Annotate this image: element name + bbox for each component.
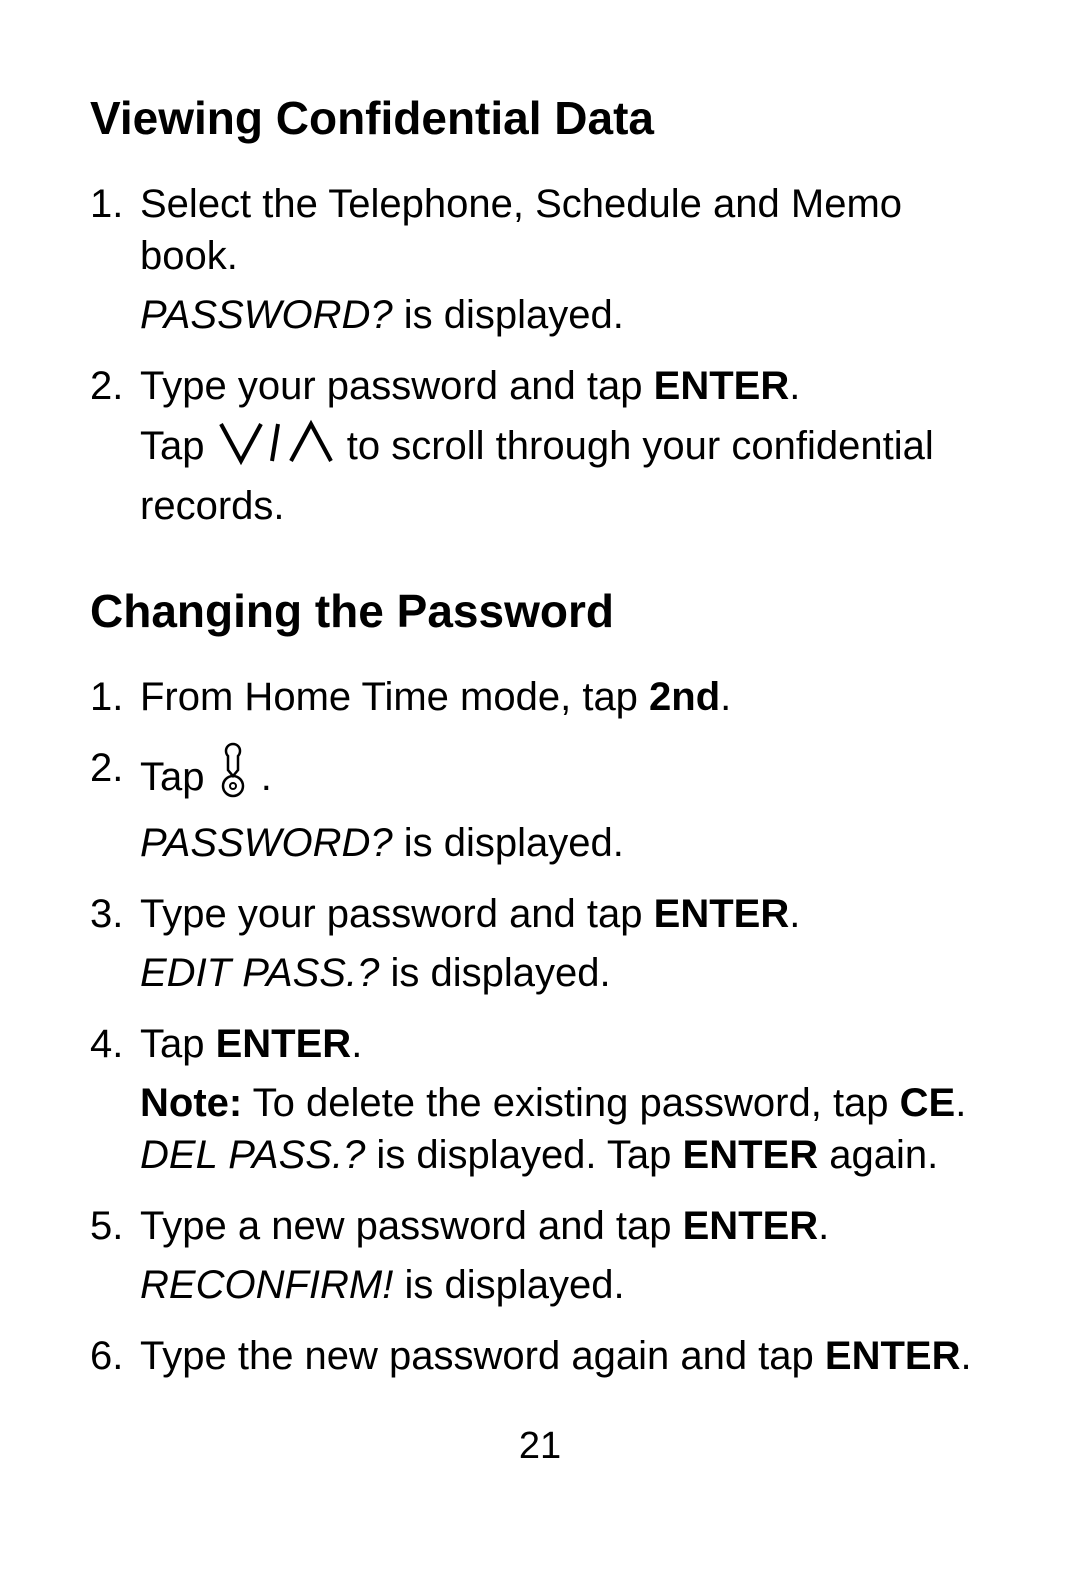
section-heading: Viewing Confidential Data [90,90,990,148]
step-item: 1.Select the Telephone, Schedule and Mem… [140,178,990,342]
step-item: 2.Tap .PASSWORD? is displayed. [140,742,990,871]
step-item: 6.Type the new password again and tap EN… [140,1330,990,1383]
step-number: 3. [90,888,123,941]
step-number: 2. [90,360,123,413]
step-item: 3.Type your password and tap ENTER.EDIT … [140,888,990,1000]
step-line: From Home Time mode, tap 2nd. [140,675,731,719]
manual-page: Viewing Confidential Data 1. Select the Te… [0,0,1080,1578]
text-span: is displayed. [393,293,624,337]
step-list: 1. Select the Telephone, Schedule and Mem… [90,178,990,534]
step-line: Select the Telephone, Schedule and Memo … [140,182,902,279]
text-span: Type the new password again and tap [140,1334,825,1378]
text-span: Type your password and tap [140,364,654,408]
text-span: Type a new password and tap [140,1204,683,1248]
down-up-scroll-icon [216,419,336,481]
text-span: . [250,755,272,799]
text-span: ENTER [683,1204,819,1248]
step-item: 1.From Home Time mode, tap 2nd. [140,671,990,724]
text-span: Select the Telephone, Schedule and Memo … [140,182,902,279]
text-span: Tap [140,1022,216,1066]
step-line: Tap . [140,755,272,799]
page-number: 21 [0,1425,1080,1468]
text-span: EDIT PASS.? [140,951,379,995]
text-span: . [720,675,731,719]
text-span: ENTER [683,1133,819,1177]
text-span: ENTER [654,364,790,408]
text-span: ENTER [216,1022,352,1066]
step-line: Tap to scroll through your confidential … [140,419,990,534]
text-span: 2nd [649,675,720,719]
step-item: 2.Type your password and tap ENTER.Tap t… [140,360,990,533]
step-number: 1. [90,178,123,231]
text-span: To delete the existing password, tap [242,1081,899,1125]
text-span: ENTER [654,892,790,936]
step-line: PASSWORD? is displayed. [140,289,990,342]
step-item: 5.Type a new password and tap ENTER.RECO… [140,1200,990,1312]
text-span: . [955,1081,966,1125]
text-span: . [960,1334,971,1378]
text-span: PASSWORD? [140,293,393,337]
step-line: Type the new password again and tap ENTE… [140,1334,972,1378]
step-line: Type a new password and tap ENTER. [140,1204,829,1248]
text-span: is displayed. Tap [365,1133,682,1177]
section-heading: Changing the Password [90,583,990,641]
step-line: RECONFIRM! is displayed. [140,1259,990,1312]
step-line: Type your password and tap ENTER. [140,892,800,936]
text-span: again. [818,1133,938,1177]
text-span: Type your password and tap [140,892,654,936]
step-line: Tap ENTER. [140,1022,362,1066]
text-span: Tap [140,755,216,799]
step-line: Note: To delete the existing password, t… [140,1077,990,1183]
step-list: 1. From Home Time mode, tap 2nd. 2. Tap . PA… [90,671,990,1383]
text-span: is displayed. [379,951,610,995]
step-line: Type your password and tap ENTER. [140,364,800,408]
text-span: Note: [140,1081,242,1125]
text-span: . [351,1022,362,1066]
page-content: Viewing Confidential Data 1. Select the Te… [90,90,990,1383]
step-line: EDIT PASS.? is displayed. [140,947,990,1000]
step-item: 4.Tap ENTER.Note: To delete the existing… [140,1018,990,1182]
step-number: 5. [90,1200,123,1253]
text-span: is displayed. [393,1263,624,1307]
text-span: RECONFIRM! [140,1263,393,1307]
text-span: is displayed. [393,821,624,865]
text-span: . [789,892,800,936]
step-number: 1. [90,671,123,724]
text-span: Tap [140,424,216,468]
text-span: ENTER [825,1334,961,1378]
text-span: From Home Time mode, tap [140,675,649,719]
step-number: 6. [90,1330,123,1383]
text-span: CE [900,1081,956,1125]
step-line: PASSWORD? is displayed. [140,817,990,870]
text-span: PASSWORD? [140,821,393,865]
text-span: . [818,1204,829,1248]
text-span: DEL PASS.? [140,1133,365,1177]
key-icon [216,742,250,812]
text-span: . [789,364,800,408]
step-number: 2. [90,742,123,795]
step-number: 4. [90,1018,123,1071]
